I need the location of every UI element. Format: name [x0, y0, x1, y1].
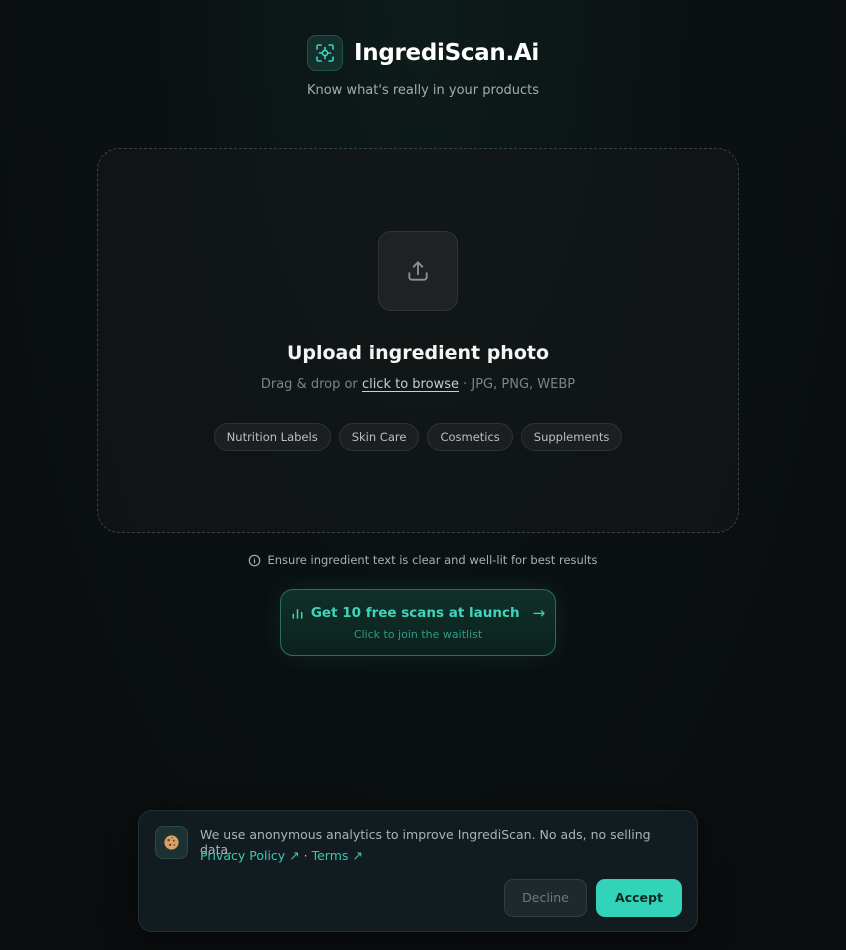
info-circle-icon	[249, 554, 261, 566]
waitlist-title: Get 10 free scans at launch	[310, 605, 520, 621]
waitlist-button[interactable]: Get 10 free scans at launch → Click to j…	[280, 589, 556, 656]
brand-name: IngrediScan.Ai	[354, 40, 539, 66]
photo-tip: Ensure ingredient text is clear and well…	[0, 553, 846, 567]
chip-cosmetics: Cosmetics	[427, 423, 513, 451]
chip-supplements: Supplements	[520, 423, 623, 451]
tagline: Know what's really in your products	[306, 83, 540, 98]
privacy-policy-link[interactable]: Privacy Policy ↗	[200, 848, 300, 863]
upload-dropzone[interactable]: Upload ingredient photo Drag & drop or c…	[97, 148, 739, 533]
link-separator: ·	[303, 848, 308, 863]
upload-formats: · JPG, PNG, WEBP	[463, 377, 576, 392]
cookie-links: Privacy Policy ↗ · Terms ↗	[200, 848, 363, 863]
tip-text: Ensure ingredient text is clear and well…	[267, 553, 598, 567]
accept-button[interactable]: Accept	[596, 879, 682, 917]
browse-link[interactable]: click to browse	[362, 377, 459, 392]
category-chips: Nutrition Labels Skin Care Cosmetics Sup…	[98, 423, 738, 451]
chip-nutrition-labels: Nutrition Labels	[213, 423, 331, 451]
upload-sub-prefix: Drag & drop or	[260, 377, 358, 392]
arrow-right-icon: →	[532, 604, 546, 622]
decline-button[interactable]: Decline	[504, 879, 587, 917]
terms-link[interactable]: Terms ↗	[312, 848, 363, 863]
bar-chart-icon	[292, 608, 303, 619]
upload-title: Upload ingredient photo	[286, 342, 550, 364]
chip-skin-care: Skin Care	[338, 423, 420, 451]
waitlist-subtitle: Click to join the waitlist	[353, 628, 483, 641]
cookie-icon	[155, 826, 188, 859]
scan-icon	[307, 35, 343, 71]
upload-subtitle: Drag & drop or click to browse · JPG, PN…	[98, 377, 738, 392]
cookie-banner: We use anonymous analytics to improve In…	[138, 810, 698, 932]
upload-icon	[378, 231, 458, 311]
brand-header: IngrediScan.Ai	[0, 35, 846, 71]
